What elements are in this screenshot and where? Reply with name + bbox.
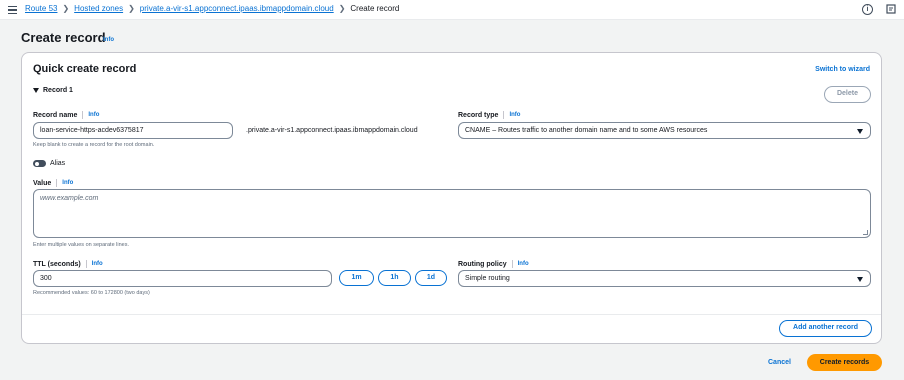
ttl-info-link[interactable]: Info xyxy=(92,261,103,267)
ttl-1m-button[interactable]: 1m xyxy=(339,270,374,286)
add-another-record-button[interactable]: Add another record xyxy=(779,320,872,337)
breadcrumb-current: Create record xyxy=(350,4,400,13)
record-section: Quick create record Switch to wizard Rec… xyxy=(22,53,881,315)
info-circle-icon[interactable]: i xyxy=(862,4,873,15)
value-textarea[interactable]: www.example.com xyxy=(33,189,871,238)
value-placeholder: www.example.com xyxy=(40,195,99,202)
resize-handle-icon[interactable] xyxy=(863,230,868,235)
ttl-1h-button[interactable]: 1h xyxy=(378,270,411,286)
record-expander[interactable]: Record 1 xyxy=(33,87,73,94)
ttl-label: TTL (seconds) Info xyxy=(33,260,103,268)
create-records-button[interactable]: Create records xyxy=(807,354,882,371)
divider xyxy=(56,179,58,187)
ttl-label-text: TTL (seconds) xyxy=(33,260,81,268)
caret-down-icon xyxy=(857,129,863,134)
caret-down-icon xyxy=(857,277,863,282)
domain-suffix: .private.a-vir-s1.appconnect.ipaas.ibmap… xyxy=(246,127,418,134)
record-type-value: CNAME – Routes traffic to another domain… xyxy=(465,127,708,134)
breadcrumb: Route 53 ❯ Hosted zones ❯ private.a-vir-… xyxy=(25,4,399,13)
top-bar: Route 53 ❯ Hosted zones ❯ private.a-vir-… xyxy=(0,0,904,20)
switch-to-wizard-link[interactable]: Switch to wizard xyxy=(815,66,870,73)
page-info-link[interactable]: Info xyxy=(103,37,114,43)
quick-create-panel: Quick create record Switch to wizard Rec… xyxy=(21,52,882,344)
page-title: Create record xyxy=(21,30,106,45)
breadcrumb-route53[interactable]: Route 53 xyxy=(25,4,57,13)
divider xyxy=(511,260,513,268)
delete-button[interactable]: Delete xyxy=(824,86,871,103)
alias-toggle[interactable] xyxy=(33,160,46,167)
value-label-text: Value xyxy=(33,179,52,187)
routing-policy-label-text: Routing policy xyxy=(458,260,507,268)
divider xyxy=(85,260,87,268)
record-type-label: Record type Info xyxy=(458,111,520,119)
routing-policy-info-link[interactable]: Info xyxy=(518,261,529,267)
value-hint: Enter multiple values on separate lines. xyxy=(33,242,129,248)
ttl-input[interactable]: 300 xyxy=(33,270,332,287)
routing-policy-label: Routing policy Info xyxy=(458,260,529,268)
record-name-label-text: Record name xyxy=(33,111,78,119)
cancel-button[interactable]: Cancel xyxy=(768,359,791,366)
value-label: Value Info xyxy=(33,179,73,187)
record-name-label: Record name Info xyxy=(33,111,99,119)
breadcrumb-hosted-zone[interactable]: private.a-vir-s1.appconnect.ipaas.ibmapp… xyxy=(140,4,334,13)
breadcrumb-hosted-zones[interactable]: Hosted zones xyxy=(74,4,123,13)
routing-policy-select[interactable]: Simple routing xyxy=(458,270,871,287)
ttl-1d-button[interactable]: 1d xyxy=(415,270,447,286)
ttl-hint: Recommended values: 60 to 172800 (two da… xyxy=(33,290,150,296)
alias-label: Alias xyxy=(50,160,66,167)
routing-policy-value: Simple routing xyxy=(465,275,510,282)
divider xyxy=(503,111,505,119)
caret-down-icon xyxy=(33,88,39,93)
notes-icon[interactable] xyxy=(886,4,897,15)
value-info-link[interactable]: Info xyxy=(62,180,73,186)
record-type-label-text: Record type xyxy=(458,111,499,119)
panel-title: Quick create record xyxy=(33,63,137,75)
record-type-info-link[interactable]: Info xyxy=(509,112,520,118)
record-type-select[interactable]: CNAME – Routes traffic to another domain… xyxy=(458,122,871,139)
record-name-info-link[interactable]: Info xyxy=(88,112,99,118)
chevron-right-icon: ❯ xyxy=(338,4,346,13)
divider xyxy=(82,111,84,119)
record-name-input[interactable]: loan-service-https-acdev6375817 xyxy=(33,122,233,139)
hamburger-menu-icon[interactable] xyxy=(8,6,17,14)
record-name-hint: Keep blank to create a record for the ro… xyxy=(33,142,155,148)
chevron-right-icon: ❯ xyxy=(62,4,70,13)
record-expander-label: Record 1 xyxy=(43,87,73,94)
chevron-right-icon: ❯ xyxy=(128,4,135,13)
